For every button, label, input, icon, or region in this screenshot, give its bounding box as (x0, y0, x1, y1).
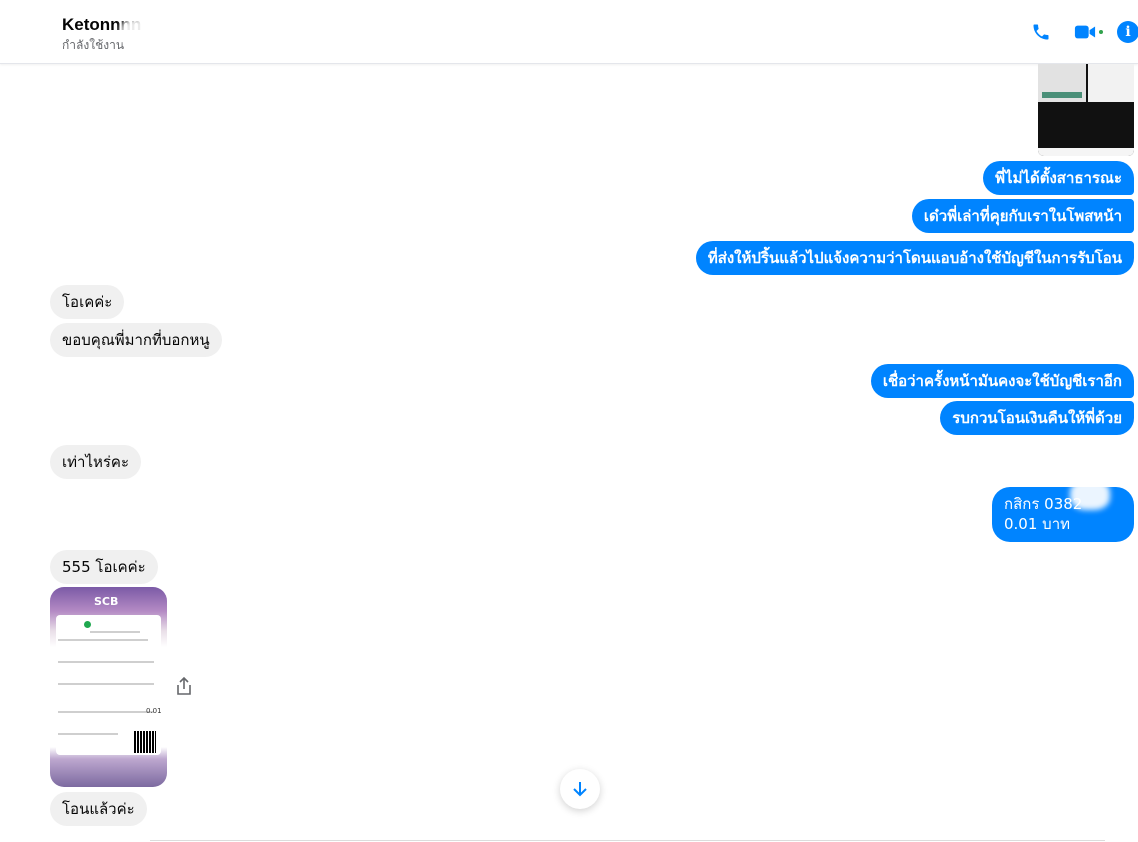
redaction (120, 18, 160, 46)
message-incoming[interactable]: ขอบคุณพี่มากที่บอกหนู (50, 323, 222, 357)
thumb-panel-right (1088, 64, 1134, 102)
slip-amount: 0.01 (146, 707, 162, 715)
share-icon[interactable] (175, 676, 193, 696)
redaction (1070, 480, 1110, 510)
info-button[interactable]: i (1114, 18, 1138, 46)
success-check-icon (84, 621, 91, 628)
phone-icon[interactable] (1027, 18, 1055, 46)
qr-code (134, 731, 156, 753)
message-incoming[interactable]: เท่าไหร่คะ (50, 445, 142, 479)
video-icon[interactable] (1071, 18, 1099, 46)
message-outgoing[interactable]: ที่ส่งให้ปริ้นแล้วไปแจ้งความว่าโดนแอบอ้า… (695, 241, 1134, 275)
message-outgoing[interactable]: กสิกร 0382 0.01 บาท (992, 487, 1134, 542)
message-incoming[interactable]: 555 โอเคค่ะ (50, 550, 158, 584)
slip-text-line (58, 661, 154, 663)
message-outgoing[interactable]: เด๋วพี่เล่าที่คุยกับเราในโพสหน้า (911, 199, 1134, 233)
scroll-to-bottom-button[interactable] (560, 769, 600, 809)
online-indicator (1099, 30, 1103, 34)
contact-status: กำลังใช้งาน (62, 38, 125, 52)
thumb-navbar (1038, 148, 1134, 156)
message-outgoing[interactable]: เชื่อว่าครั้งหน้ามันคงจะใช้บัญชีเราอีก (870, 364, 1134, 398)
slip-bank-logo: SCB (94, 595, 119, 608)
slip-text-line (58, 639, 148, 641)
transfer-slip-image[interactable]: SCB 0.01 (50, 587, 167, 787)
message-incoming[interactable]: โอเคค่ะ (50, 285, 125, 319)
thumb-bar (1042, 92, 1082, 98)
chat-header: Ketonnnn กำลังใช้งาน i (0, 0, 1138, 64)
message-outgoing[interactable]: พี่ไม่ได้ตั้งสาธารณะ (983, 161, 1134, 195)
slip-text-line (58, 733, 118, 735)
slip-text-line (58, 711, 154, 713)
arrow-down-icon (573, 782, 587, 797)
slip-text-line (90, 631, 140, 633)
slip-text-line (58, 683, 154, 685)
message-outgoing[interactable]: รบกวนโอนเงินคืนให้พี่ด้วย (940, 401, 1134, 435)
message-line: 0.01 บาท (1004, 515, 1070, 533)
composer-divider (150, 840, 1105, 841)
shared-screenshot[interactable] (1038, 64, 1134, 156)
info-icon: i (1117, 21, 1138, 43)
message-incoming[interactable]: โอนแล้วค่ะ (50, 792, 147, 826)
